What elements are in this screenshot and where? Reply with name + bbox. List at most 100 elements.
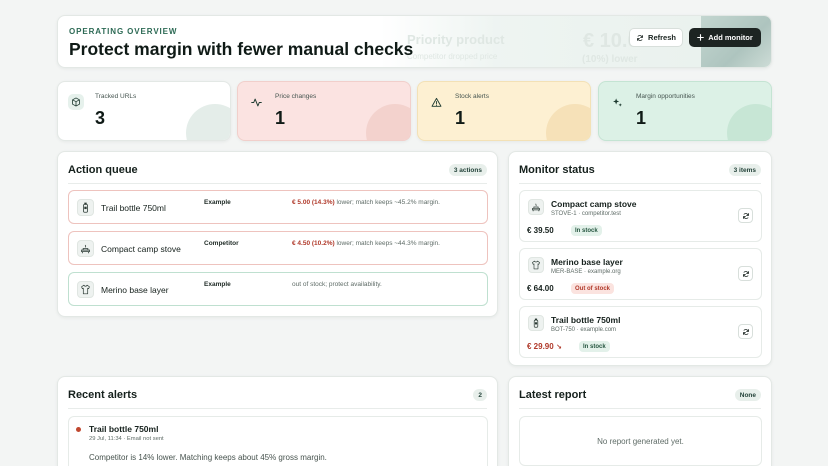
- refresh-label: Refresh: [648, 33, 676, 42]
- divider: [68, 408, 487, 409]
- recent-alerts-title: Recent alerts: [68, 389, 138, 401]
- stat-value: 1: [275, 108, 286, 128]
- add-monitor-button[interactable]: Add monitor: [689, 28, 761, 47]
- action-message-text: lower; match keeps ~44.3% margin.: [334, 240, 440, 247]
- alert-product-name: Trail bottle 750ml: [89, 424, 159, 434]
- refresh-icon: [742, 328, 749, 335]
- stat-value: 1: [636, 108, 647, 128]
- stat-label: Margin opportunities: [636, 93, 695, 100]
- shirt-icon: [77, 281, 94, 298]
- page-eyebrow: OPERATING OVERVIEW: [69, 27, 178, 36]
- warning-icon: [428, 94, 444, 110]
- stock-status-badge: Out of stock: [571, 283, 615, 294]
- recent-alerts-panel: Recent alerts 2 Trail bottle 750ml 29 Ju…: [57, 376, 498, 466]
- divider: [68, 183, 487, 184]
- alert-text: Competitor is 14% lower. Matching keeps …: [89, 453, 327, 462]
- monitor-status-title: Monitor status: [519, 164, 595, 176]
- action-amount: € 4.50 (10.2%): [292, 240, 335, 247]
- stat-card-price-changes: Price changes 1: [237, 81, 411, 141]
- page-title: Protect margin with fewer manual checks: [69, 39, 414, 59]
- monitor-price-value: € 29.90: [527, 342, 554, 351]
- monitor-row[interactable]: Merino base layer MER-BASE · example.org…: [519, 248, 762, 300]
- action-source: Example: [204, 281, 231, 288]
- action-message-text: lower; match keeps ~45.2% margin.: [334, 199, 440, 206]
- add-monitor-label: Add monitor: [708, 33, 753, 42]
- monitor-status-panel: Monitor status 3 items Compact camp stov…: [508, 151, 772, 366]
- action-source: Example: [204, 199, 231, 206]
- stat-decoration: [186, 104, 230, 140]
- box-icon: [68, 94, 84, 110]
- divider: [519, 408, 761, 409]
- refresh-icon: [742, 270, 749, 277]
- action-row[interactable]: Compact camp stove Competitor € 4.50 (10…: [68, 231, 488, 265]
- stock-status-badge: In stock: [579, 341, 610, 352]
- action-product-name: Compact camp stove: [101, 244, 181, 254]
- action-amount: € 5.00 (14.3%): [292, 199, 335, 206]
- plus-icon: [697, 34, 705, 41]
- alert-status-dot: [76, 427, 81, 432]
- stat-label: Tracked URLs: [95, 93, 137, 100]
- stat-decoration: [366, 104, 410, 140]
- bottle-icon: [528, 315, 544, 331]
- report-empty-state: No report generated yet.: [519, 416, 762, 466]
- action-queue-panel: Action queue 3 actions Trail bottle 750m…: [57, 151, 498, 317]
- action-message-text: out of stock; protect availability.: [292, 281, 382, 288]
- alert-meta: 29 Jul, 11:34 · Email not sent: [89, 436, 164, 442]
- monitor-sku-domain: STOVE-1 · competitor.test: [551, 211, 621, 217]
- trend-down-icon: ↘: [555, 344, 562, 351]
- stove-icon: [528, 199, 544, 215]
- action-queue-title: Action queue: [68, 164, 138, 176]
- monitor-product-name: Trail bottle 750ml: [551, 315, 621, 325]
- monitor-sku-domain: MER-BASE · example.org: [551, 269, 621, 275]
- action-product-name: Merino base layer: [101, 285, 169, 295]
- stat-label: Stock alerts: [455, 93, 489, 100]
- monitor-price: € 29.90 ↘: [527, 342, 562, 351]
- refresh-monitor-button[interactable]: [738, 208, 753, 223]
- refresh-monitor-button[interactable]: [738, 324, 753, 339]
- action-message: € 4.50 (10.2%) lower; match keeps ~44.3%…: [292, 240, 440, 247]
- activity-icon: [248, 94, 264, 110]
- hero-ghost-title: Priority product: [407, 32, 505, 47]
- action-row[interactable]: Merino base layer Example out of stock; …: [68, 272, 488, 306]
- stat-value: 3: [95, 108, 106, 128]
- action-message: out of stock; protect availability.: [292, 281, 382, 288]
- refresh-icon: [637, 34, 643, 41]
- refresh-monitor-button[interactable]: [738, 266, 753, 281]
- stat-card-stock-alerts: Stock alerts 1: [417, 81, 591, 141]
- monitor-product-name: Merino base layer: [551, 257, 623, 267]
- action-product-name: Trail bottle 750ml: [101, 203, 166, 213]
- monitor-product-name: Compact camp stove: [551, 199, 637, 209]
- action-source: Competitor: [204, 240, 239, 247]
- hero-ghost-delta: (10%) lower: [582, 54, 638, 65]
- sparkle-icon: [609, 94, 625, 110]
- stat-card-tracked-urls: Tracked URLs 3: [57, 81, 231, 141]
- stat-decoration: [727, 104, 771, 140]
- monitor-row[interactable]: Trail bottle 750ml BOT-750 · example.com…: [519, 306, 762, 358]
- action-message: € 5.00 (14.3%) lower; match keeps ~45.2%…: [292, 199, 440, 206]
- monitor-price: € 64.00: [527, 284, 554, 293]
- stat-card-margin-opportunities: Margin opportunities 1: [598, 81, 772, 141]
- divider: [519, 183, 761, 184]
- stove-icon: [77, 240, 94, 257]
- bottle-icon: [77, 199, 94, 216]
- shirt-icon: [528, 257, 544, 273]
- monitor-count-badge: 3 items: [728, 164, 761, 176]
- monitor-sku-domain: BOT-750 · example.com: [551, 327, 617, 333]
- refresh-button[interactable]: Refresh: [629, 28, 683, 47]
- monitor-price: € 39.50: [527, 226, 554, 235]
- alert-count-badge: 2: [473, 389, 487, 401]
- action-row[interactable]: Trail bottle 750ml Example € 5.00 (14.3%…: [68, 190, 488, 224]
- alert-item[interactable]: Trail bottle 750ml 29 Jul, 11:34 · Email…: [68, 416, 488, 466]
- stock-status-badge: In stock: [571, 225, 602, 236]
- overview-header: Priority product Competitor dropped pric…: [57, 15, 772, 68]
- stat-label: Price changes: [275, 93, 317, 100]
- latest-report-panel: Latest report None No report generated y…: [508, 376, 772, 466]
- hero-ghost-subtitle: Competitor dropped price: [407, 52, 498, 61]
- refresh-icon: [742, 212, 749, 219]
- action-count-badge: 3 actions: [448, 164, 487, 176]
- report-status-badge: None: [734, 389, 761, 401]
- stat-decoration: [546, 104, 590, 140]
- monitor-row[interactable]: Compact camp stove STOVE-1 · competitor.…: [519, 190, 762, 242]
- latest-report-title: Latest report: [519, 389, 587, 401]
- stat-value: 1: [455, 108, 466, 128]
